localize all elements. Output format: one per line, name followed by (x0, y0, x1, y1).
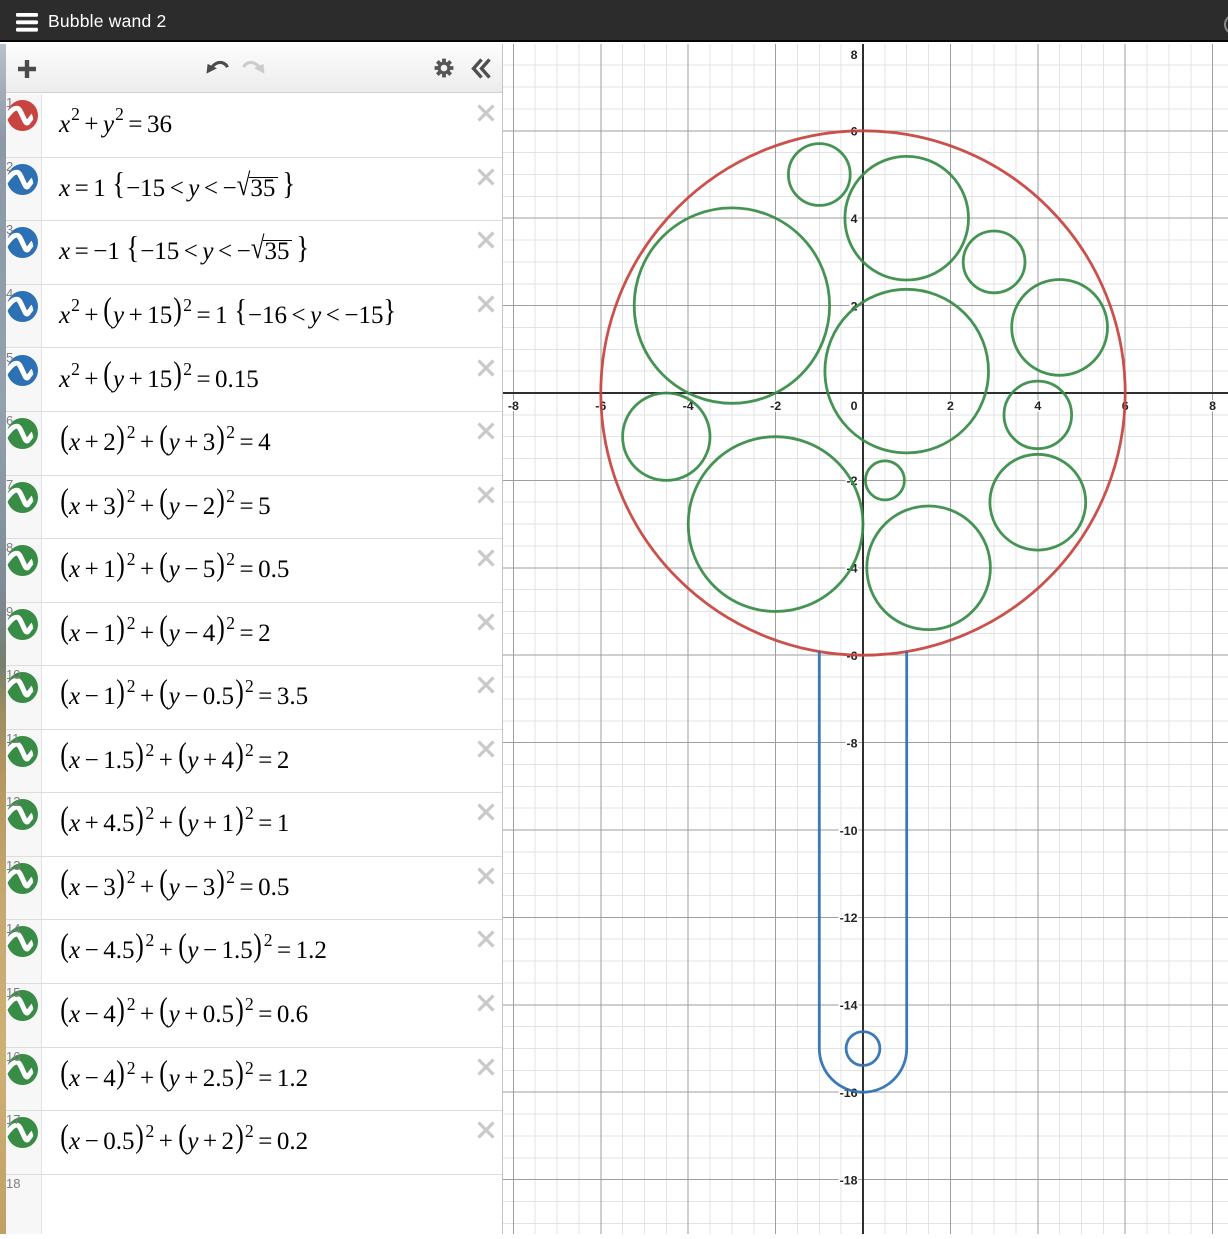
svg-text:8: 8 (851, 48, 858, 62)
svg-text:8: 8 (1209, 399, 1216, 413)
svg-text:4: 4 (1034, 399, 1041, 413)
svg-text:4: 4 (851, 212, 858, 226)
svg-text:2: 2 (947, 399, 954, 413)
svg-text:-14: -14 (840, 999, 858, 1013)
svg-text:-12: -12 (840, 911, 858, 925)
svg-text:-8: -8 (846, 736, 857, 750)
svg-text:-10: -10 (840, 824, 858, 838)
svg-text:-8: -8 (508, 399, 519, 413)
svg-text:0: 0 (851, 399, 858, 413)
svg-text:-2: -2 (770, 399, 781, 413)
svg-text:-18: -18 (840, 1173, 858, 1187)
